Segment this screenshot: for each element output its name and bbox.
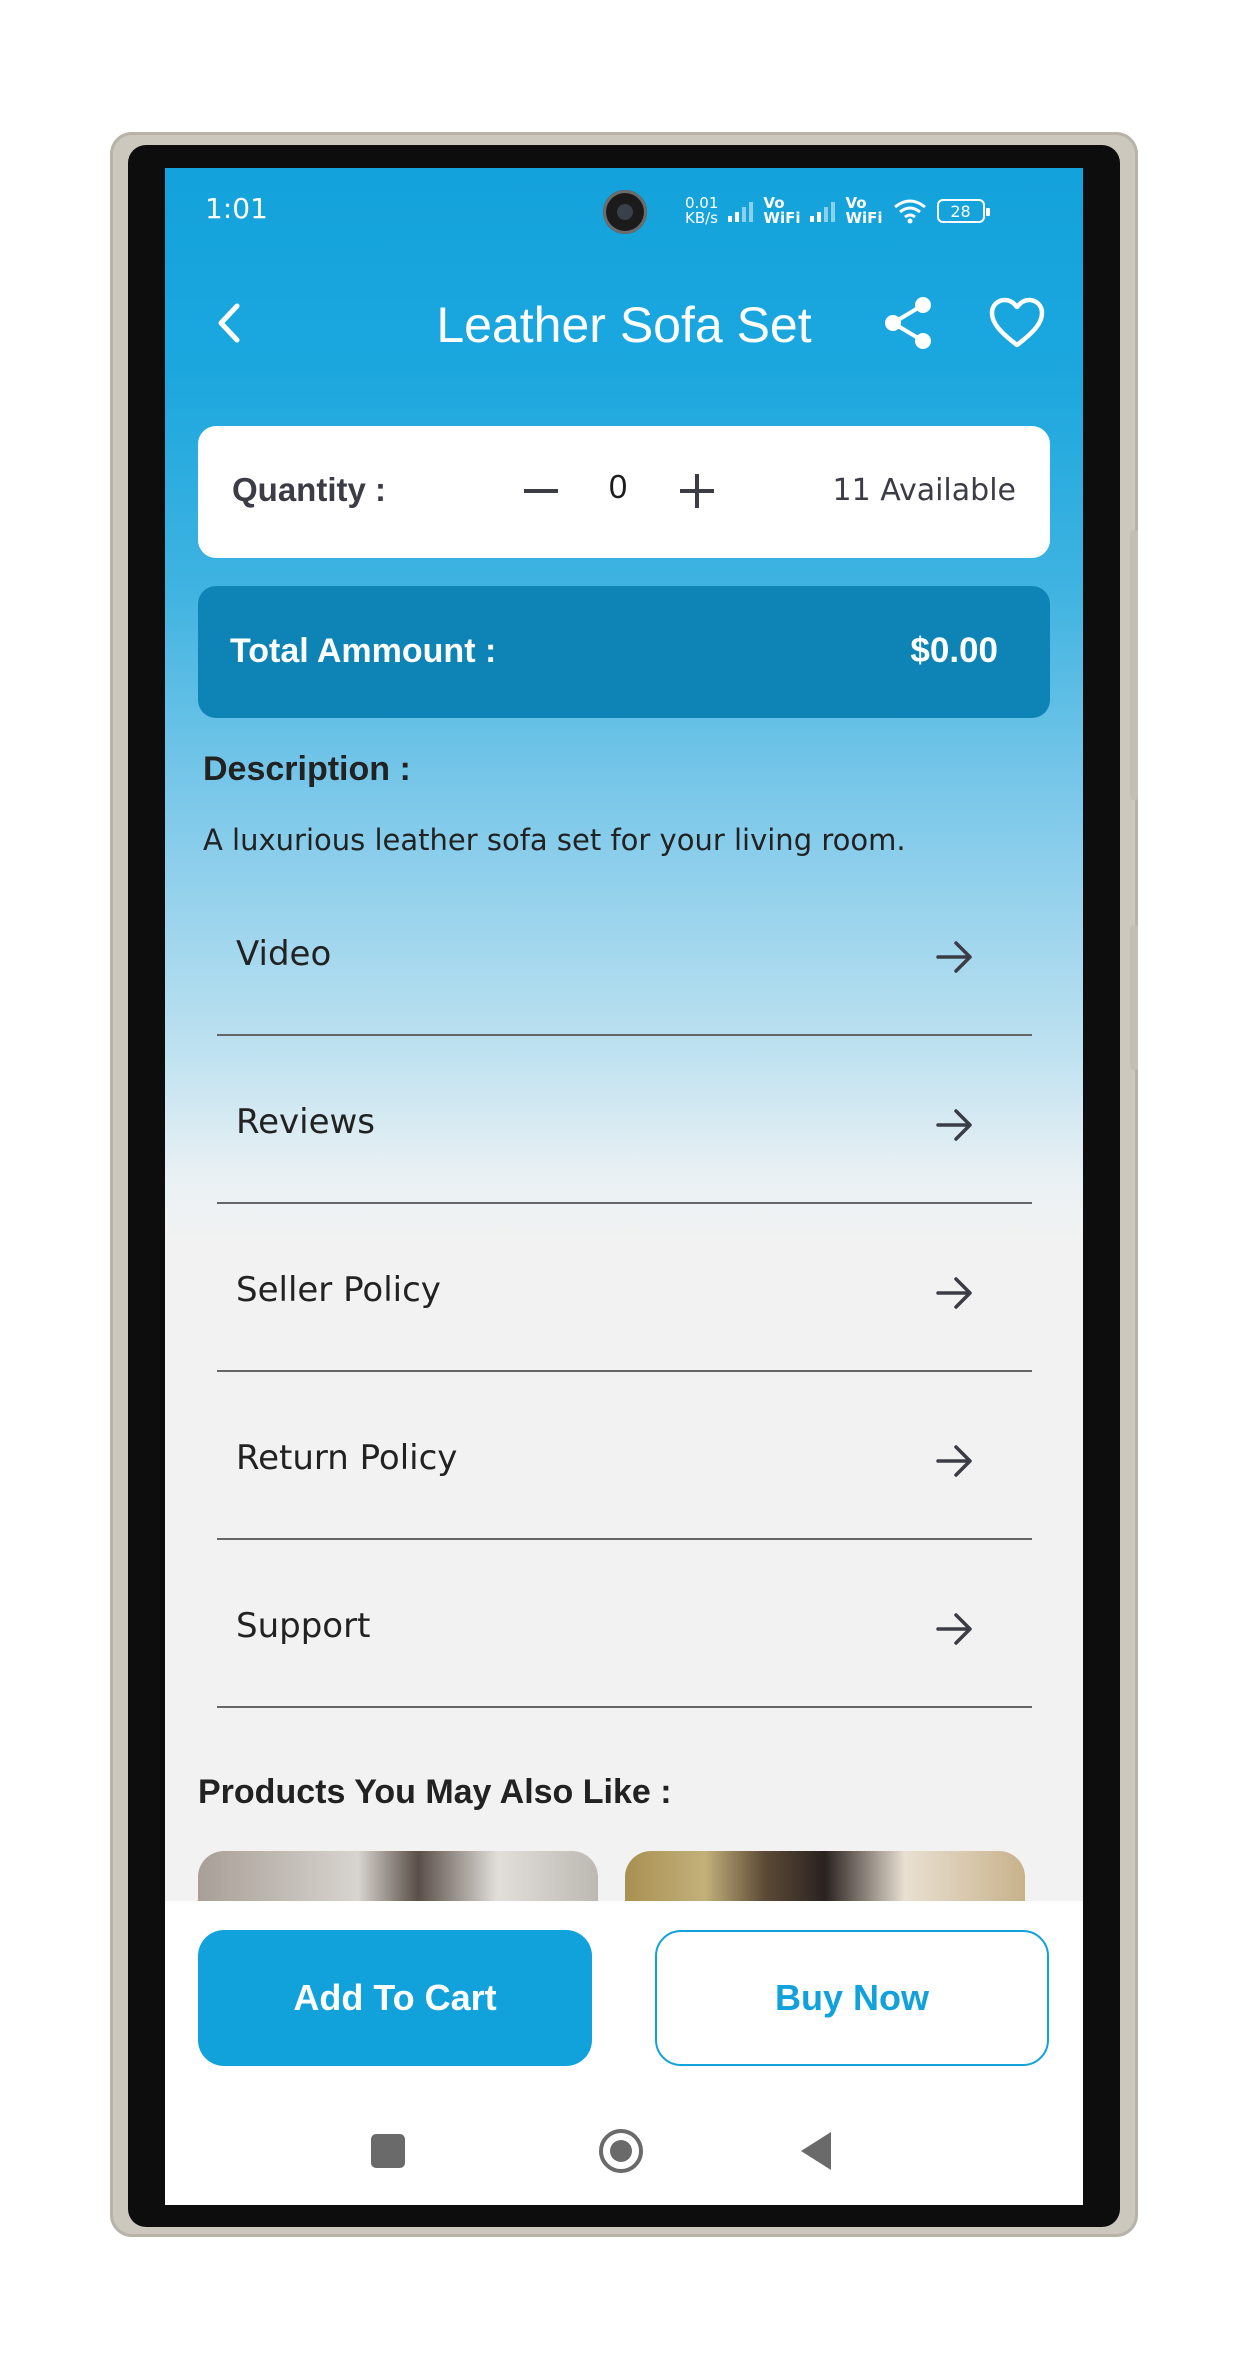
- heart-outline-icon[interactable]: [988, 296, 1046, 350]
- description-title: Description :: [203, 750, 411, 788]
- quantity-card: Quantity : 0 11 Available: [198, 426, 1050, 558]
- total-amount-label: Total Ammount :: [230, 632, 497, 670]
- info-menu-list: Video Reviews Seller Policy Return Polic…: [217, 868, 1032, 1708]
- arrow-right-icon: [936, 941, 972, 973]
- app-bar: Leather Sofa Set: [165, 258, 1083, 388]
- vowifi-line2: WiFi: [763, 209, 801, 227]
- volume-button: [1130, 530, 1138, 800]
- network-speed-unit: KB/s: [685, 209, 718, 227]
- arrow-right-icon: [936, 1109, 972, 1141]
- status-bar: 1:01 0.01 KB/s Vo WiFi Vo WiFi 28: [165, 168, 1083, 258]
- front-camera: [603, 190, 647, 234]
- vowifi-badge: Vo WiFi: [845, 196, 882, 226]
- menu-item-return-policy[interactable]: Return Policy: [217, 1372, 1032, 1540]
- stock-available: 11 Available: [832, 473, 1016, 508]
- network-speed: 0.01 KB/s: [685, 196, 718, 226]
- signal-icon: [810, 200, 836, 222]
- app-screen: 1:01 0.01 KB/s Vo WiFi Vo WiFi 28 Leather …: [165, 168, 1083, 2205]
- share-icon[interactable]: [881, 295, 937, 351]
- minus-icon[interactable]: [516, 466, 566, 516]
- add-to-cart-button[interactable]: Add To Cart: [198, 1930, 592, 2066]
- quantity-label: Quantity :: [232, 471, 386, 508]
- arrow-right-icon: [936, 1613, 972, 1645]
- total-amount-value: $0.00: [910, 631, 998, 670]
- status-icons: 0.01 KB/s Vo WiFi Vo WiFi 28: [685, 196, 990, 226]
- home-icon[interactable]: [598, 2128, 644, 2174]
- menu-item-label: Return Policy: [236, 1438, 458, 1478]
- buy-now-button[interactable]: Buy Now: [655, 1930, 1049, 2066]
- menu-item-support[interactable]: Support: [217, 1540, 1032, 1708]
- menu-item-label: Seller Policy: [236, 1270, 441, 1310]
- signal-icon: [728, 200, 754, 222]
- menu-item-label: Reviews: [236, 1102, 376, 1142]
- vowifi-line2: WiFi: [845, 209, 883, 227]
- related-products-title: Products You May Also Like :: [198, 1773, 672, 1811]
- menu-item-seller-policy[interactable]: Seller Policy: [217, 1204, 1032, 1372]
- page-title: Leather Sofa Set: [436, 297, 812, 353]
- description-text: A luxurious leather sofa set for your li…: [203, 823, 906, 857]
- arrow-right-icon: [936, 1277, 972, 1309]
- menu-item-reviews[interactable]: Reviews: [217, 1036, 1032, 1204]
- back-triangle-icon[interactable]: [795, 2128, 841, 2174]
- vowifi-badge: Vo WiFi: [763, 196, 800, 226]
- recent-apps-icon[interactable]: [371, 2134, 405, 2168]
- plus-icon[interactable]: [672, 466, 722, 516]
- power-button: [1130, 925, 1138, 1070]
- status-time: 1:01: [205, 192, 268, 225]
- total-amount-card: Total Ammount : $0.00: [198, 586, 1050, 718]
- quantity-value: 0: [608, 468, 628, 505]
- menu-item-video[interactable]: Video: [217, 868, 1032, 1036]
- menu-item-label: Support: [236, 1606, 371, 1646]
- wifi-icon: [893, 199, 926, 224]
- menu-item-label: Video: [236, 934, 332, 974]
- bottom-action-bar: Add To Cart Buy Now: [165, 1901, 1083, 2205]
- battery-icon: 28: [936, 199, 990, 223]
- arrow-right-icon: [936, 1445, 972, 1477]
